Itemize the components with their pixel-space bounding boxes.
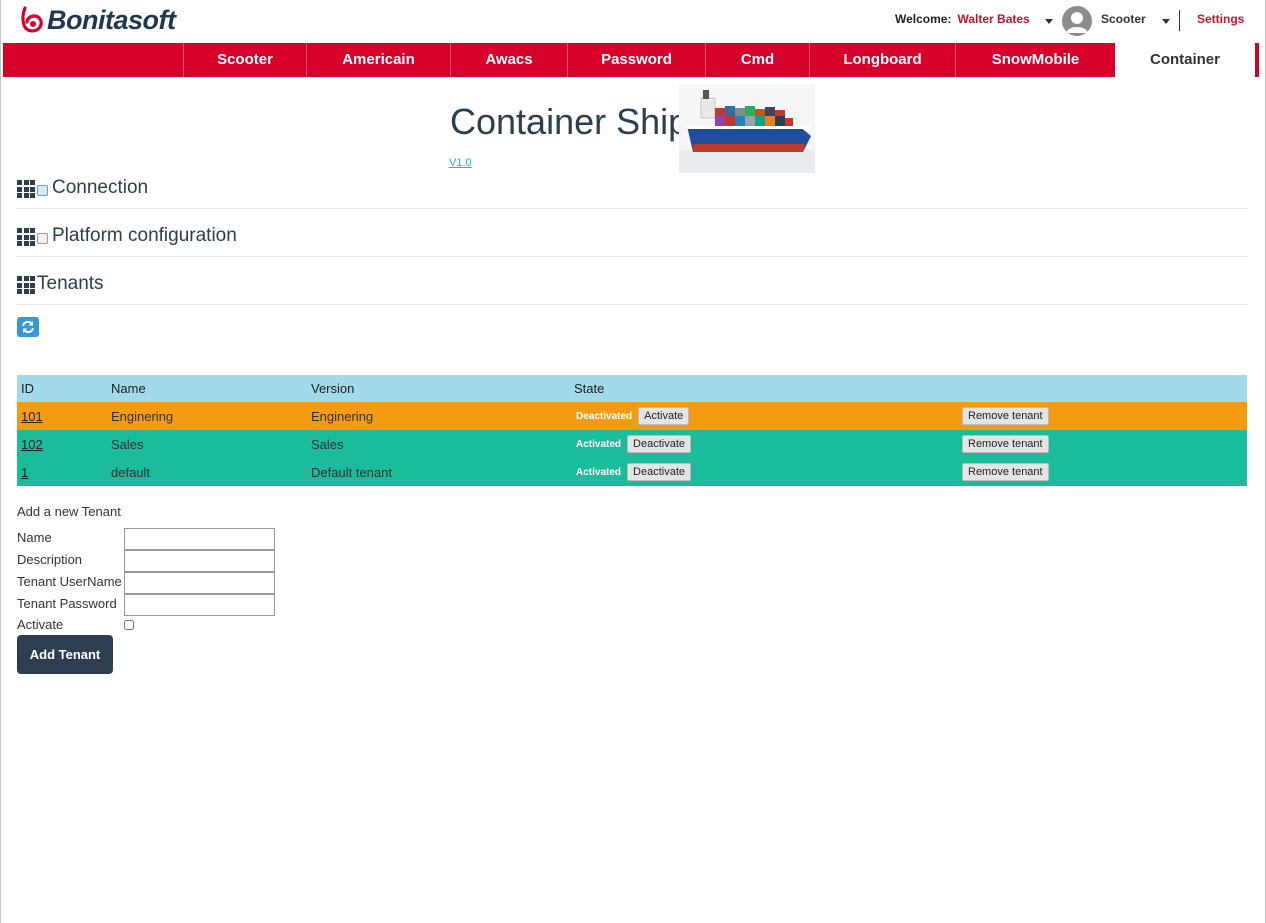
nav-tab-password[interactable]: Password	[567, 43, 705, 77]
tenant-name: default	[107, 458, 307, 486]
description-label: Description	[17, 552, 83, 567]
platform-section-title[interactable]: Platform configuration	[52, 225, 237, 247]
column-header-actions	[958, 375, 1247, 402]
refresh-button[interactable]	[17, 317, 39, 337]
app-menu-chevron-down-icon[interactable]	[1162, 19, 1170, 24]
nav-tab-awacs[interactable]: Awacs	[450, 43, 567, 77]
settings-link[interactable]: Settings	[1197, 12, 1244, 26]
tenant-version: Sales	[307, 430, 570, 458]
activate-button[interactable]: Activate	[638, 407, 690, 425]
tenant-id-link[interactable]: 102	[21, 437, 43, 452]
avatar[interactable]	[1062, 6, 1092, 36]
top-header: Bonitasoft Welcome: Walter Bates Scooter …	[1, 0, 1265, 42]
tenant-password-input[interactable]	[124, 594, 275, 616]
nav-tab-americain[interactable]: Americain	[306, 43, 450, 77]
column-header-name: Name	[107, 375, 307, 402]
remove-tenant-button[interactable]: Remove tenant	[962, 435, 1049, 453]
page-title: Container Ship	[450, 101, 689, 142]
tenant-id-link[interactable]: 1	[21, 465, 28, 480]
app-nav-bar: Scooter Americain Awacs Password Cmd Lon…	[3, 43, 1259, 77]
nav-tab-cmd[interactable]: Cmd	[705, 43, 809, 77]
tenant-username-input[interactable]	[124, 572, 275, 594]
tenant-username-label: Tenant UserName	[17, 574, 122, 589]
status-badge: Activated	[576, 438, 622, 450]
tenants-section-title[interactable]: Tenants	[37, 273, 104, 295]
tenant-name-input[interactable]	[124, 528, 275, 550]
deactivate-button[interactable]: Deactivate	[627, 463, 691, 481]
tenants-section: Tenants	[17, 273, 1247, 305]
tenant-name: Enginering	[107, 402, 307, 430]
app-selector-label[interactable]: Scooter	[1101, 12, 1146, 26]
user-name[interactable]: Walter Bates	[957, 12, 1029, 26]
remove-tenant-button[interactable]: Remove tenant	[962, 407, 1049, 425]
column-header-state: State	[570, 375, 958, 402]
table-row: 101 Enginering Enginering Deactivated Act…	[17, 402, 1247, 430]
tenants-table: ID Name Version State 101 Enginering Eng…	[17, 375, 1247, 486]
tenant-version: Enginering	[307, 402, 570, 430]
nav-tab-longboard[interactable]: Longboard	[809, 43, 955, 77]
bonitasoft-logo-icon	[21, 6, 43, 33]
connection-section: Connection	[17, 177, 1247, 209]
platform-toggle-checkbox[interactable]	[37, 233, 48, 244]
add-tenant-form-title: Add a new Tenant	[17, 504, 121, 519]
tenant-password-label: Tenant Password	[17, 596, 117, 611]
tenant-version: Default tenant	[307, 458, 570, 486]
refresh-icon	[22, 320, 34, 334]
nav-tab-scooter[interactable]: Scooter	[183, 43, 306, 77]
column-header-version: Version	[307, 375, 570, 402]
status-badge: Deactivated	[576, 410, 633, 422]
nav-tab-container[interactable]: Container	[1115, 43, 1255, 77]
connection-section-title[interactable]: Connection	[52, 177, 148, 199]
tenant-name: Sales	[107, 430, 307, 458]
activate-label: Activate	[17, 617, 64, 632]
platform-configuration-section: Platform configuration	[17, 225, 1247, 257]
table-row: 1 default Default tenant Activated Deacti…	[17, 458, 1247, 486]
grid-icon[interactable]	[17, 276, 35, 294]
tenant-id-link[interactable]: 101	[21, 409, 43, 424]
connection-toggle-checkbox[interactable]	[37, 185, 48, 196]
grid-icon[interactable]	[17, 180, 35, 198]
version-link[interactable]: V1.0	[449, 157, 472, 169]
nav-tab-snowmobile[interactable]: SnowMobile	[955, 43, 1115, 77]
remove-tenant-button[interactable]: Remove tenant	[962, 463, 1049, 481]
bonitasoft-logo[interactable]: Bonitasoft	[19, 5, 176, 35]
status-badge: Activated	[576, 466, 622, 478]
name-label: Name	[17, 530, 52, 545]
add-tenant-button[interactable]: Add Tenant	[17, 635, 113, 674]
header-divider	[1179, 10, 1180, 31]
container-ship-image	[679, 84, 815, 173]
logo-text: Bonitasoft	[47, 5, 176, 35]
deactivate-button[interactable]: Deactivate	[627, 435, 691, 453]
table-header-row: ID Name Version State	[17, 375, 1247, 402]
user-menu-chevron-down-icon[interactable]	[1045, 19, 1053, 24]
user-icon	[1066, 12, 1088, 33]
activate-checkbox[interactable]	[124, 620, 134, 630]
column-header-id: ID	[17, 375, 107, 402]
welcome-text: Welcome: Walter Bates	[895, 12, 1030, 26]
tenant-description-input[interactable]	[124, 550, 275, 572]
table-row: 102 Sales Sales Activated Deactivate Remo…	[17, 430, 1247, 458]
welcome-label: Welcome:	[895, 12, 952, 26]
grid-icon[interactable]	[17, 228, 35, 246]
